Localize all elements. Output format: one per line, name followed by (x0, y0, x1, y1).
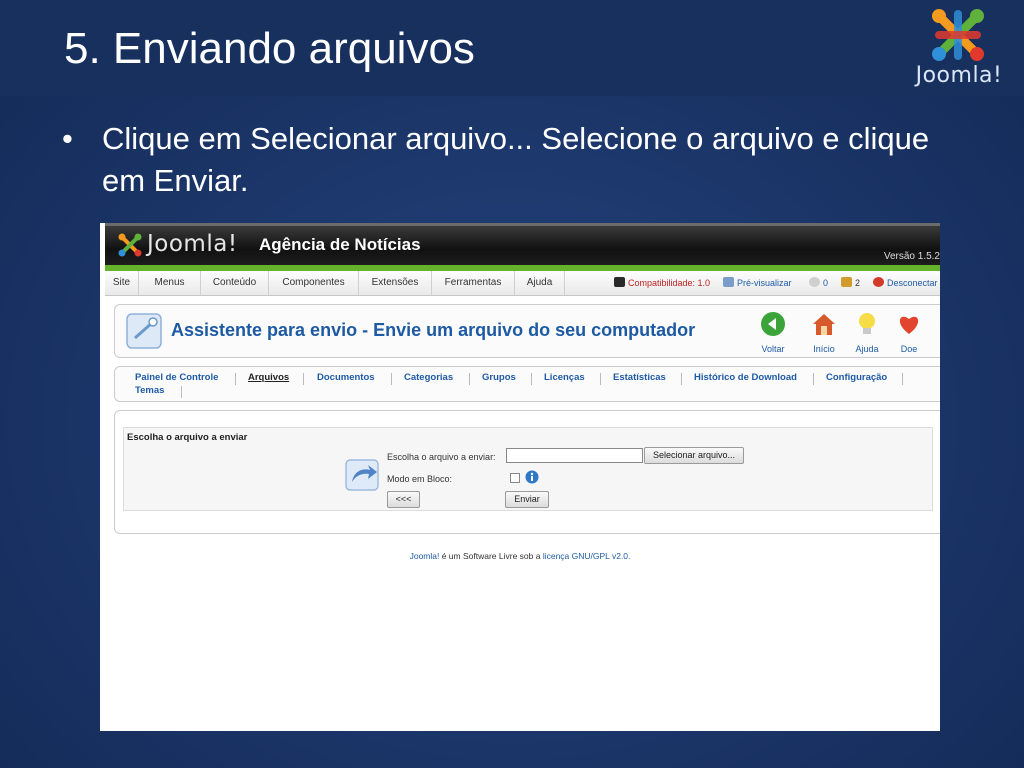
logout-link[interactable]: Desconectar (873, 271, 938, 295)
info-icon[interactable] (525, 470, 539, 484)
subnav-grupos[interactable]: Grupos (482, 372, 516, 383)
toolbar: Assistente para envio - Envie um arquivo… (114, 304, 940, 358)
subnav-separator (235, 373, 236, 385)
menu-ajuda[interactable]: Ajuda (515, 271, 565, 295)
slide-title: 5. Enviando arquivos (64, 24, 475, 73)
menu-menus[interactable]: Menus (139, 271, 201, 295)
subnav-separator (600, 373, 601, 385)
file-input[interactable] (506, 448, 643, 463)
page-title: Assistente para envio - Envie um arquivo… (171, 320, 696, 340)
footer-license-link[interactable]: licença GNU/GPL v2.0. (543, 551, 631, 561)
preview-link[interactable]: Pré-visualizar (723, 271, 792, 295)
upload-fieldset: Escolha o arquivo a enviar Escolha o arq… (123, 427, 933, 511)
users-count[interactable]: 2 (841, 271, 860, 295)
joomla-small-logo-icon (118, 233, 142, 257)
subnav-estatisticas[interactable]: Estatísticas (613, 372, 666, 383)
help-button[interactable]: Ajuda (845, 308, 889, 356)
file-label: Escolha o arquivo a enviar: (387, 452, 496, 462)
users-icon (841, 277, 852, 287)
logout-icon (873, 277, 884, 287)
subnav-separator (469, 373, 470, 385)
joomla-compat-icon (614, 277, 625, 287)
upload-panel: Escolha o arquivo a enviar Escolha o arq… (114, 410, 940, 534)
batch-mode-checkbox[interactable] (510, 473, 520, 483)
back-arrow-icon (761, 312, 785, 336)
messages-icon (809, 277, 820, 287)
menu-site[interactable]: Site (105, 271, 139, 295)
subnav-painel[interactable]: Painel de Controle (135, 372, 218, 383)
upload-arrow-icon (345, 459, 379, 491)
donate-button[interactable]: Doe (887, 308, 931, 356)
footer-brand-link[interactable]: Joomla! (410, 551, 440, 561)
menu-ferramentas[interactable]: Ferramentas (432, 271, 515, 295)
compat-status[interactable]: Compatibilidade: 1.0 (614, 271, 710, 295)
subnav-documentos[interactable]: Documentos (317, 372, 375, 383)
subnav-separator (181, 386, 182, 398)
subnav-separator (303, 373, 304, 385)
preview-icon (723, 277, 734, 287)
component-subnav: Painel de Controle Arquivos Documentos C… (114, 366, 940, 402)
home-button[interactable]: Início (802, 308, 846, 356)
subnav-licencas[interactable]: Licenças (544, 372, 585, 383)
subnav-categorias[interactable]: Categorias (404, 372, 453, 383)
site-name: Agência de Notícias (259, 235, 421, 254)
lightbulb-icon (859, 313, 875, 334)
admin-brand: Joomla! (147, 231, 238, 257)
menu-conteudo[interactable]: Conteúdo (201, 271, 269, 295)
subnav-temas[interactable]: Temas (135, 385, 164, 396)
fieldset-legend: Escolha o arquivo a enviar (127, 432, 248, 443)
admin-header: Joomla! Agência de Notícias Versão 1.5.2 (105, 223, 940, 265)
subnav-arquivos[interactable]: Arquivos (248, 372, 289, 383)
bullet-text: Clique em Selecionar arquivo... Selecion… (102, 121, 930, 198)
heart-icon (899, 316, 919, 334)
upload-wizard-icon (126, 313, 162, 349)
footer-text: é um Software Livre sob a (439, 551, 543, 561)
joomla-mark-icon (932, 9, 984, 61)
bullet-marker: • (62, 121, 73, 156)
brand-wordmark: Joomla! (915, 63, 1003, 88)
menu-componentes[interactable]: Componentes (269, 271, 359, 295)
subnav-configuracao[interactable]: Configuração (826, 372, 887, 383)
menu-extensoes[interactable]: Extensões (359, 271, 432, 295)
subnav-separator (902, 373, 903, 385)
select-file-button[interactable]: Selecionar arquivo... (644, 447, 744, 464)
admin-footer: Joomla! é um Software Livre sob a licenç… (100, 551, 940, 561)
back-button[interactable]: Voltar (751, 308, 795, 356)
back-nav-button[interactable]: <<< (387, 491, 420, 508)
submit-button[interactable]: Enviar (505, 491, 549, 508)
joomla-admin-screenshot: Joomla! Agência de Notícias Versão 1.5.2… (100, 223, 940, 731)
home-icon (813, 314, 835, 335)
subnav-historico[interactable]: Histórico de Download (694, 372, 797, 383)
messages-count[interactable]: 0 (809, 271, 828, 295)
version-label: Versão 1.5.2 (883, 251, 940, 262)
subnav-separator (391, 373, 392, 385)
subnav-separator (681, 373, 682, 385)
admin-menubar: Site Menus Conteúdo Componentes Extensõe… (105, 271, 940, 296)
subnav-separator (531, 373, 532, 385)
batch-mode-label: Modo em Bloco: (387, 474, 453, 484)
subnav-separator (813, 373, 814, 385)
joomla-logo: Joomla! (904, 6, 1014, 88)
